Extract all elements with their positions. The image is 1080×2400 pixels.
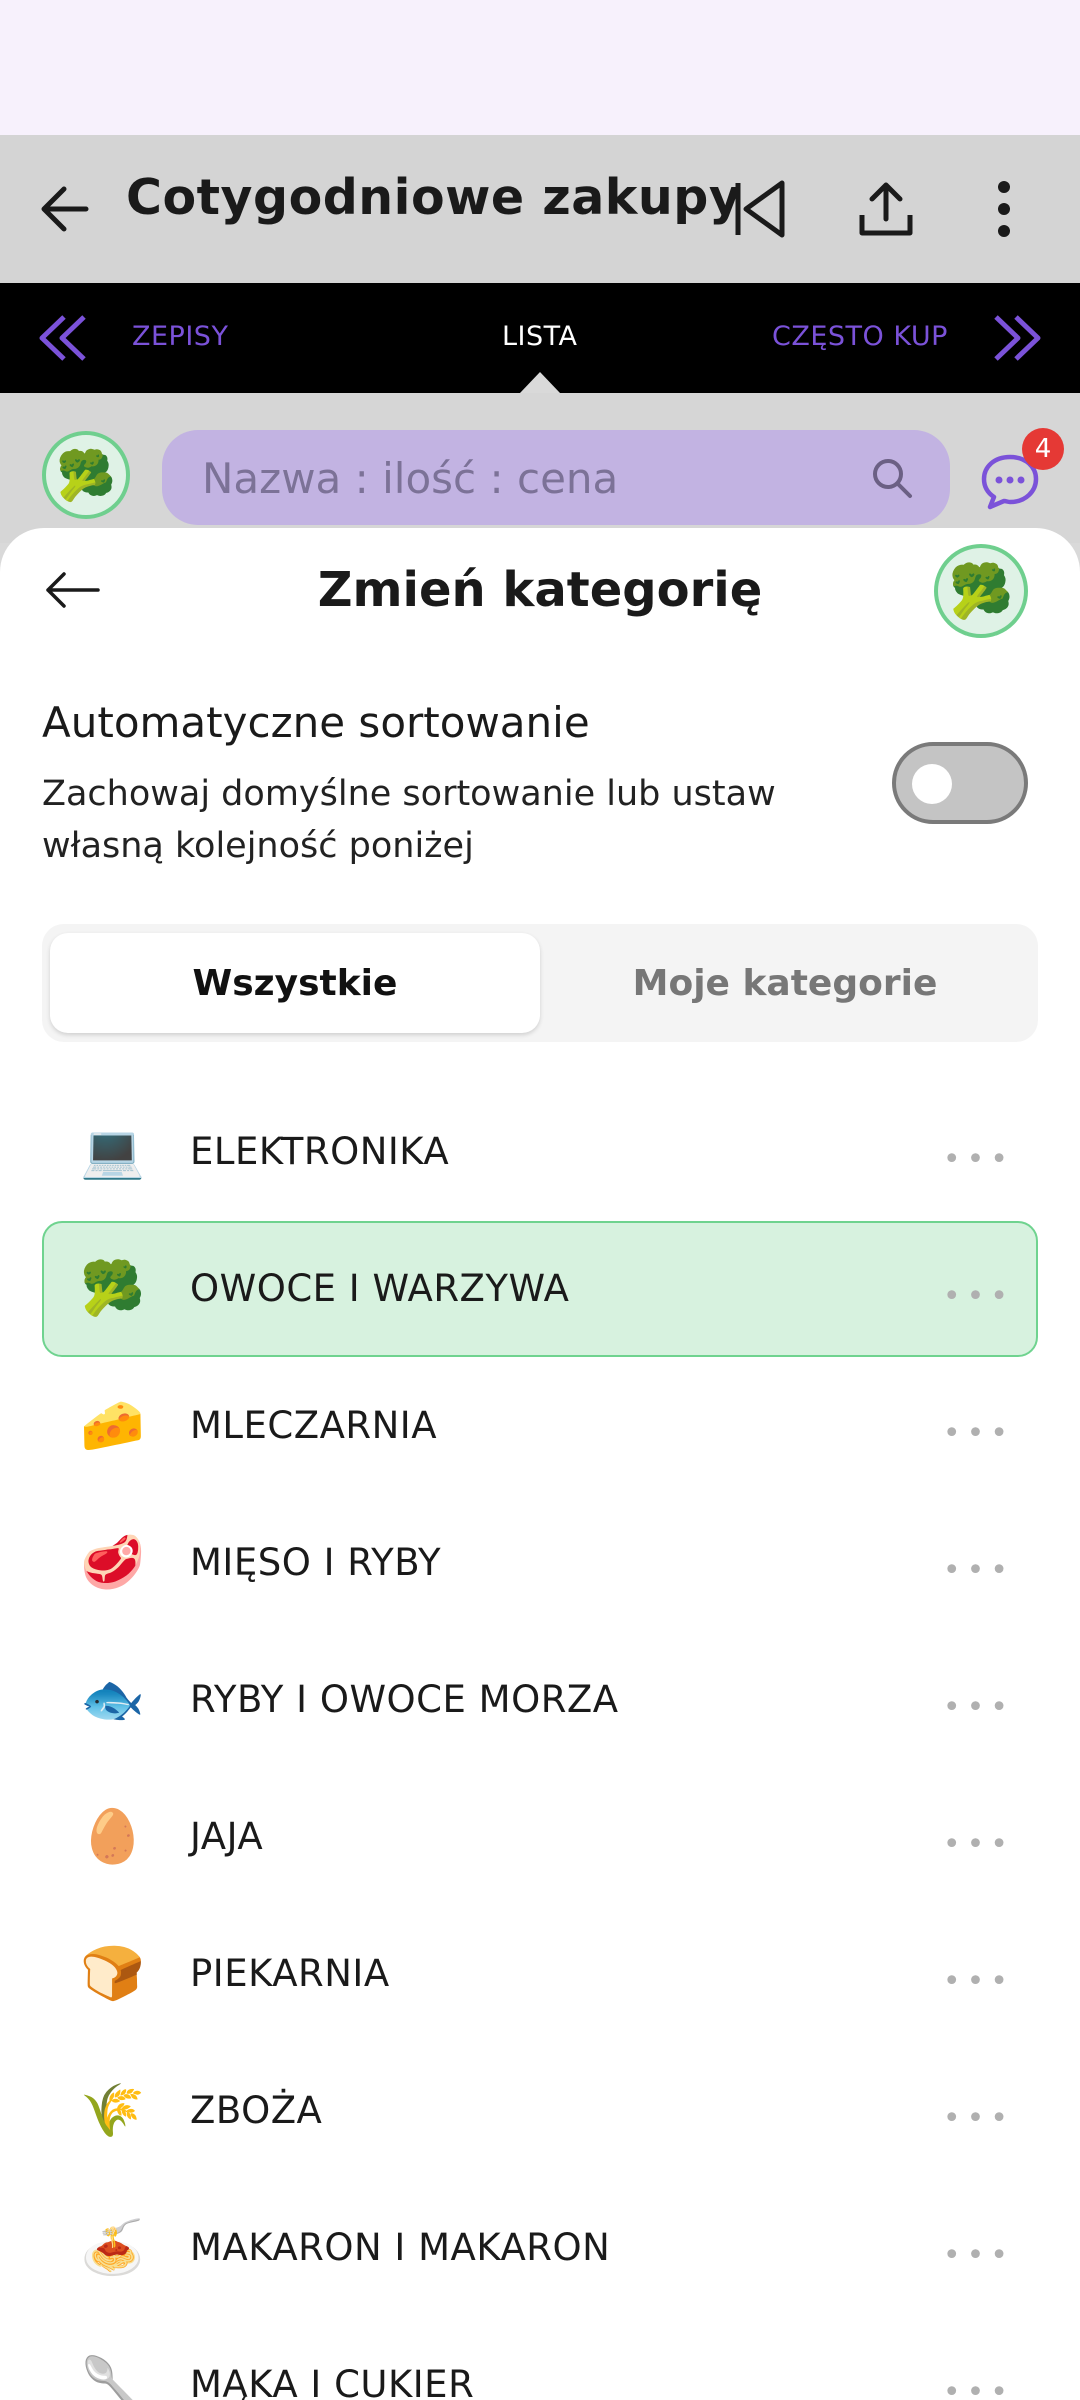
category-list: 💻 ELEKTRONIKA ••• 🥦 OWOCE I WARZYWA ••• 🧀 MLECZ… (42, 1084, 1038, 2400)
list-title: Cotygodniowe zakupy (126, 169, 742, 226)
auto-sort-title: Automatyczne sortowanie (42, 698, 590, 747)
category-filter-segment: Wszystkie Moje kategorie (42, 924, 1038, 1042)
category-label: MĄKA I CUKIER (190, 2363, 475, 2400)
category-avatar-button[interactable]: 🥦 (42, 431, 130, 519)
category-emoji-icon: 💻 (80, 1122, 145, 1182)
more-horiz-icon[interactable]: ••• (943, 1279, 1014, 1314)
category-item[interactable]: 💻 ELEKTRONIKA ••• (42, 1084, 1038, 1220)
chevron-double-right-icon[interactable] (990, 311, 1044, 365)
category-label: ZBOŻA (190, 2089, 323, 2132)
category-emoji-icon: 🌾 (80, 2081, 145, 2141)
category-emoji-icon: 🥩 (80, 1533, 145, 1593)
more-horiz-icon[interactable]: ••• (943, 1690, 1014, 1725)
category-label: MAKARON I MAKARON (190, 2226, 611, 2269)
add-item-row: 🥦 (0, 393, 1080, 543)
more-vert-icon[interactable] (996, 179, 1012, 239)
skip-previous-icon[interactable] (732, 179, 788, 239)
category-item[interactable]: 🌾 ZBOŻA ••• (42, 2043, 1038, 2179)
tab-list[interactable]: LISTA (502, 321, 578, 352)
more-horiz-icon[interactable]: ••• (943, 1827, 1014, 1862)
category-item[interactable]: 🍞 PIEKARNIA ••• (42, 1906, 1038, 2042)
tab-indicator (520, 372, 560, 393)
category-item[interactable]: 🥄 MĄKA I CUKIER ••• (42, 2317, 1038, 2400)
category-item[interactable]: 🥚 JAJA ••• (42, 1769, 1038, 1905)
selected-category-avatar: 🥦 (934, 544, 1028, 638)
tab-frequently-bought[interactable]: CZĘSTO KUP (772, 321, 952, 352)
toggle-knob (912, 764, 952, 804)
category-label: JAJA (190, 1815, 264, 1858)
category-label: PIEKARNIA (190, 1952, 390, 1995)
more-horiz-icon[interactable]: ••• (943, 2238, 1014, 2273)
category-emoji-icon: 🥚 (80, 1807, 145, 1867)
more-horiz-icon[interactable]: ••• (943, 1553, 1014, 1588)
more-horiz-icon[interactable]: ••• (943, 1416, 1014, 1451)
more-horiz-icon[interactable]: ••• (943, 1142, 1014, 1177)
sheet-title: Zmień kategorię (317, 562, 763, 618)
auto-sort-toggle[interactable] (892, 742, 1028, 824)
category-label: MIĘSO I RYBY (190, 1541, 442, 1584)
more-horiz-icon[interactable]: ••• (943, 2101, 1014, 2136)
chevron-double-left-icon[interactable] (36, 311, 90, 365)
chat-badge: 4 (1022, 428, 1064, 470)
change-category-sheet: Zmień kategorię 🥦 Automatyczne sortowani… (0, 528, 1080, 2400)
share-icon[interactable] (856, 179, 916, 239)
more-horiz-icon[interactable]: ••• (943, 2375, 1014, 2400)
category-item[interactable]: 🐟 RYBY I OWOCE MORZA ••• (42, 1632, 1038, 1768)
status-bar (0, 0, 1080, 135)
category-item[interactable]: 🍝 MAKARON I MAKARON ••• (42, 2180, 1038, 2316)
add-item-box[interactable] (162, 430, 950, 525)
more-horiz-icon[interactable]: ••• (943, 1964, 1014, 1999)
segment-my-categories[interactable]: Moje kategorie (540, 933, 1030, 1033)
search-icon[interactable] (870, 456, 914, 500)
category-label: MLECZARNIA (190, 1404, 438, 1447)
auto-sort-description: Zachowaj domyślne sortowanie lub ustaw w… (42, 774, 776, 866)
back-arrow-icon[interactable] (38, 179, 92, 239)
category-label: ELEKTRONIKA (190, 1130, 450, 1173)
category-emoji-icon: 🧀 (80, 1396, 145, 1456)
tab-recipes[interactable]: ZEPISY (132, 321, 228, 352)
category-emoji-icon: 🍞 (80, 1944, 145, 2004)
category-item[interactable]: 🥦 OWOCE I WARZYWA ••• (42, 1221, 1038, 1357)
category-emoji-icon: 🍝 (80, 2218, 145, 2278)
category-label: OWOCE I WARZYWA (190, 1267, 570, 1310)
category-emoji-icon: 🐟 (80, 1670, 145, 1730)
category-label: RYBY I OWOCE MORZA (190, 1678, 619, 1721)
category-item[interactable]: 🥩 MIĘSO I RYBY ••• (42, 1495, 1038, 1631)
app-bar: Cotygodniowe zakupy (0, 135, 1080, 283)
category-emoji-icon: 🥦 (80, 1259, 145, 1319)
category-item[interactable]: 🧀 MLECZARNIA ••• (42, 1358, 1038, 1494)
add-item-input[interactable] (202, 450, 822, 506)
segment-all[interactable]: Wszystkie (50, 933, 540, 1033)
category-emoji-icon: 🥄 (80, 2355, 145, 2400)
